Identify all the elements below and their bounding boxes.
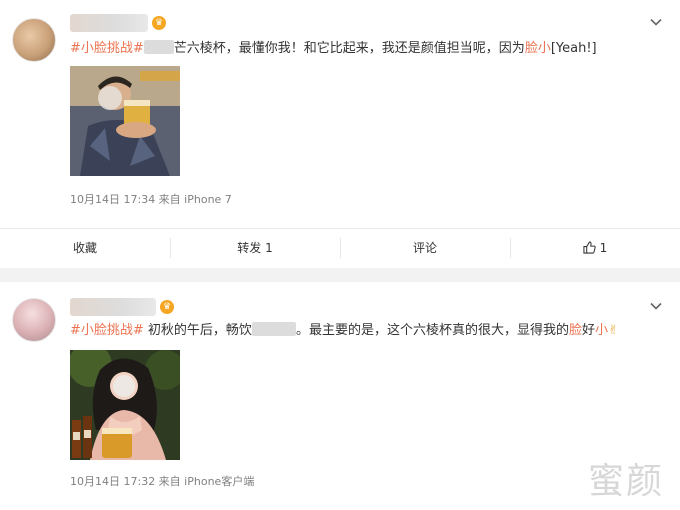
vip-crown-icon: ♛ xyxy=(152,16,166,30)
post-photo[interactable] xyxy=(70,350,180,460)
action-bar: 收藏 转发 1 评论 1 xyxy=(0,228,680,266)
post-meta: 10月14日 17:34 来自 iPhone 7 xyxy=(70,193,232,206)
like-button[interactable]: 1 xyxy=(510,237,680,258)
avatar[interactable] xyxy=(12,18,56,62)
favorite-button[interactable]: 收藏 xyxy=(0,238,170,258)
photo-man-with-drink xyxy=(70,66,180,176)
like-count: 1 xyxy=(599,240,608,255)
weibo-post-1: ♛ #小脸挑战# 芒六棱杯，最懂你我！和它比起来，我还是颜值担当呢，因为脸小[Ye… xyxy=(0,0,680,268)
thumbs-up-icon xyxy=(583,240,596,254)
blurred-word xyxy=(143,40,174,54)
blurred-word xyxy=(251,322,296,336)
weibo-post-2: ♛ #小脸挑战# 初秋的午后，畅饮 。最主要的是，这个六棱杯真的很大，显得我的脸好… xyxy=(0,282,680,510)
chevron-down-icon[interactable] xyxy=(650,300,662,312)
post-text: #小脸挑战# 芒六棱杯，最懂你我！和它比起来，我还是颜值担当呢，因为脸小[Yeah… xyxy=(70,40,597,56)
username-blurred[interactable] xyxy=(70,14,148,32)
hashtag-link[interactable]: #小脸挑战# xyxy=(70,41,144,56)
photo-woman-with-drink xyxy=(70,350,180,460)
post-photo[interactable] xyxy=(70,66,180,176)
vip-crown-icon: ♛ xyxy=(160,300,174,314)
post-text: #小脸挑战# 初秋的午后，畅饮 。最主要的是，这个六棱杯真的很大，显得我的脸好小✌ xyxy=(70,322,619,338)
hashtag-link[interactable]: #小脸挑战# xyxy=(70,323,144,338)
username-blurred[interactable] xyxy=(70,298,156,316)
comment-button[interactable]: 评论 xyxy=(340,237,510,258)
watermark-logo: 蜜颜 xyxy=(587,461,664,502)
post-meta: 10月14日 17:32 来自 iPhone客户端 xyxy=(70,475,255,488)
chevron-down-icon[interactable] xyxy=(650,16,662,28)
repost-button[interactable]: 转发 1 xyxy=(170,237,340,258)
victory-emoji: ✌ xyxy=(608,323,619,338)
avatar[interactable] xyxy=(12,298,56,342)
